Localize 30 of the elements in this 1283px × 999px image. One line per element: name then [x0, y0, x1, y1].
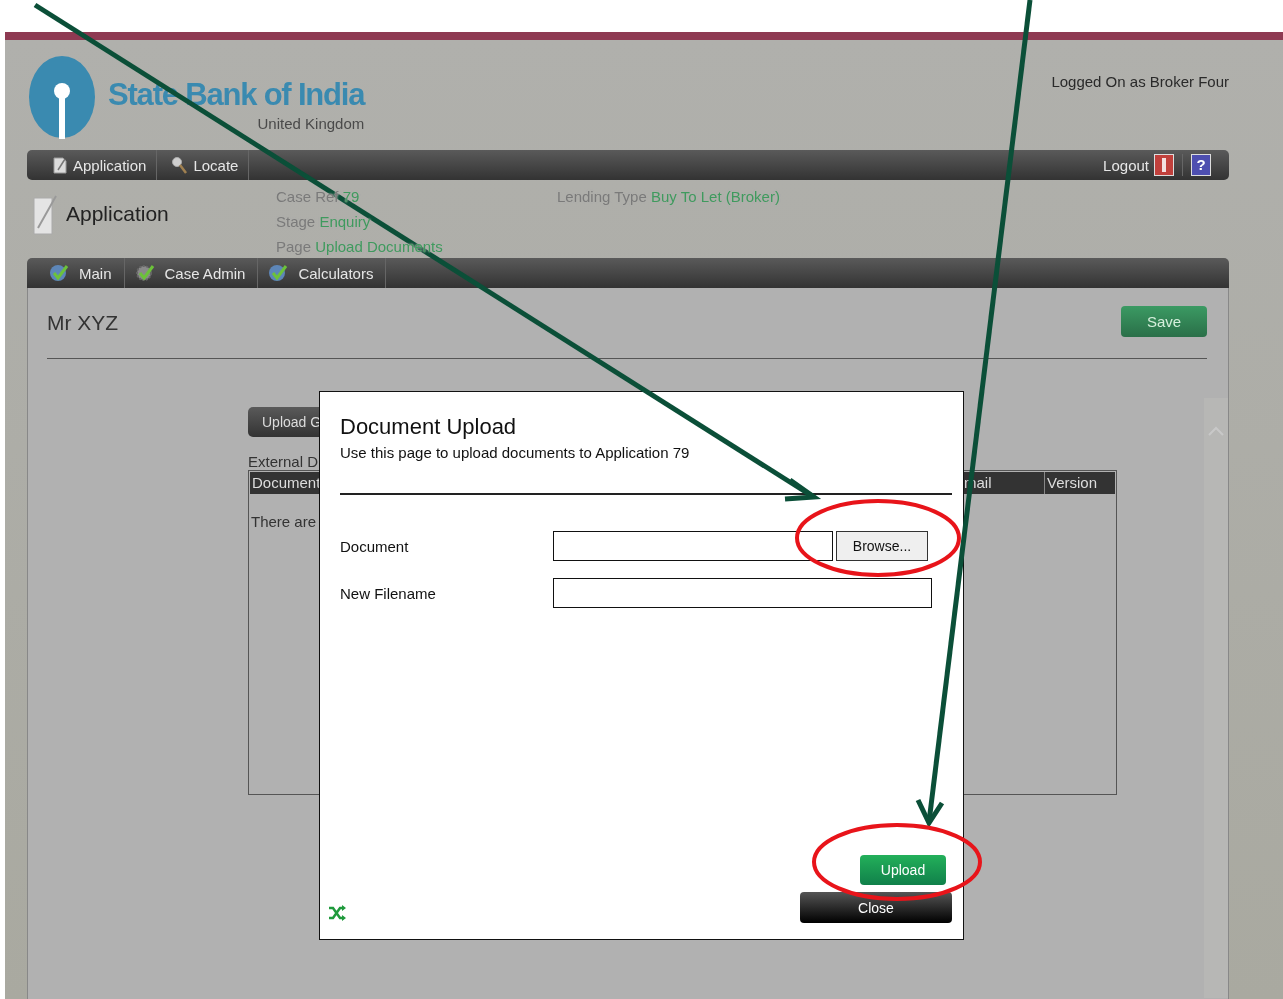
- shuffle-icon: [328, 905, 346, 921]
- logged-on-label: Logged On as Broker Four: [1051, 73, 1229, 92]
- magnifier-icon: [171, 156, 188, 174]
- logout-icon[interactable]: [1154, 154, 1174, 176]
- upload-submit-button[interactable]: Upload: [860, 855, 946, 885]
- save-button[interactable]: Save: [1121, 305, 1207, 337]
- record-name: Mr XYZ: [47, 311, 119, 335]
- close-button[interactable]: Close: [800, 892, 952, 923]
- column-header: Version: [1044, 472, 1115, 494]
- page-title: Application: [66, 202, 169, 226]
- field-label: Document: [340, 537, 410, 555]
- globe-check-icon: [49, 264, 71, 282]
- nav-item[interactable]: Application: [51, 150, 158, 180]
- region-label: United Kingdom: [257, 115, 365, 132]
- logo-icon: [28, 55, 96, 139]
- column-header: Document: [251, 473, 322, 493]
- field-label: New Filename: [340, 584, 437, 602]
- gear-check-icon: [134, 264, 157, 282]
- empty-message: There are: [250, 513, 318, 530]
- dialog-subtitle: Use this page to upload documents to Application 79: [340, 444, 691, 461]
- help-button[interactable]: ?: [1191, 154, 1211, 176]
- table-caption: External D: [248, 453, 319, 470]
- nav-item[interactable]: Locate: [169, 150, 250, 180]
- file-path-field[interactable]: [553, 531, 833, 561]
- dialog-title: Document Upload: [340, 414, 518, 440]
- scrollbar[interactable]: [1204, 398, 1228, 998]
- logout-link[interactable]: Logout: [1103, 156, 1149, 174]
- filename-field[interactable]: [553, 578, 932, 608]
- browse-button[interactable]: Browse...: [836, 531, 928, 561]
- document-icon: [53, 156, 67, 174]
